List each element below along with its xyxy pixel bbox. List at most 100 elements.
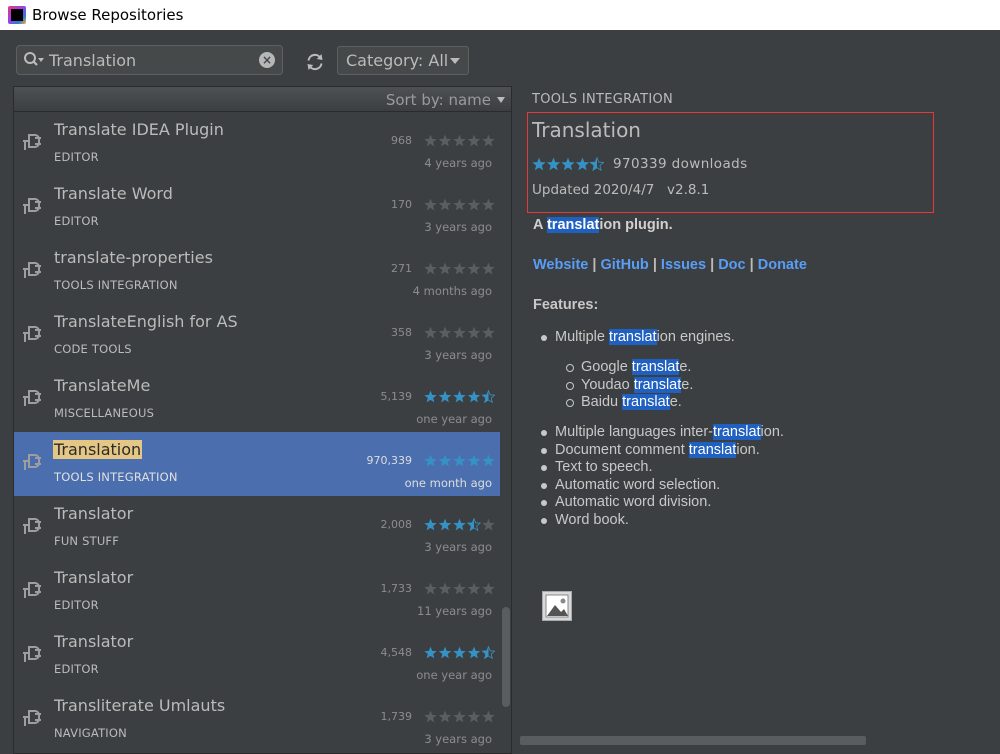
item-text: Word book. bbox=[555, 511, 629, 528]
rating-stars-svg bbox=[424, 198, 495, 211]
plugin-date: 4 months ago bbox=[412, 284, 492, 298]
feature-item: Document comment translation. bbox=[541, 441, 760, 458]
star-icon bbox=[438, 646, 452, 659]
plugin-row[interactable]: Translate IDEA Plugin EDITOR 968 4 years ag… bbox=[14, 112, 500, 176]
vertical-scrollbar[interactable] bbox=[501, 112, 511, 753]
plugin-row[interactable]: TranslateEnglish for AS CODE TOOLS 358 3 ye… bbox=[14, 304, 500, 368]
rating-stars bbox=[424, 132, 495, 147]
plugin-row[interactable]: Translator EDITOR 4,548 one year ago bbox=[14, 624, 500, 688]
star-icon bbox=[453, 262, 466, 275]
plugin-name: Translate IDEA Plugin bbox=[54, 120, 224, 139]
plug-icon bbox=[22, 642, 42, 664]
star-icon bbox=[546, 157, 561, 171]
category-label: Category: All bbox=[346, 51, 449, 70]
plugin-row[interactable]: Translate Word EDITOR 170 3 years ago bbox=[14, 176, 500, 240]
plugin-category: CODE TOOLS bbox=[54, 342, 132, 356]
detail-updated: Updated 2020/4/7 bbox=[532, 182, 655, 198]
plugin-row[interactable]: Translation TOOLS INTEGRATION 970,339 one m… bbox=[14, 432, 500, 496]
plugin-category: MISCELLANEOUS bbox=[54, 406, 155, 420]
item-text: Automatic word division. bbox=[555, 494, 712, 510]
plugin-downloads: 1,739 bbox=[380, 710, 413, 723]
star-icon bbox=[467, 582, 481, 595]
plugin-downloads: 170 bbox=[391, 198, 412, 211]
rating-stars bbox=[424, 516, 495, 532]
sort-bar[interactable]: Sort by: name bbox=[14, 87, 511, 112]
plugin-row[interactable]: Translator EDITOR 1,733 11 years ago bbox=[14, 560, 500, 624]
star-icon bbox=[482, 710, 495, 723]
category-dropdown[interactable]: Category: All bbox=[337, 46, 469, 75]
item-text: e. bbox=[679, 359, 692, 375]
rating-stars bbox=[424, 644, 496, 660]
item-text: e. bbox=[681, 376, 694, 393]
plugin-row[interactable]: TranslateMe MISCELLANEOUS 5,139 one year ag… bbox=[14, 368, 500, 432]
star-icon bbox=[453, 198, 466, 211]
feature-item: Automatic word division. bbox=[540, 494, 712, 510]
plugin-row[interactable]: Transliterate Umlauts NAVIGATION 1,739 3 ye… bbox=[14, 688, 500, 752]
item-text: Google bbox=[581, 359, 632, 375]
search-highlight: translat bbox=[712, 424, 761, 440]
plugin-category: NAVIGATION bbox=[54, 726, 127, 740]
plug-icon bbox=[22, 514, 42, 536]
plugin-category: EDITOR bbox=[54, 150, 99, 164]
plug-icon bbox=[22, 706, 42, 728]
plugin-downloads: 5,139 bbox=[380, 390, 413, 403]
plugin-row[interactable]: Translator FUN STUFF 2,008 3 years ago bbox=[14, 496, 500, 560]
plugin-category: TOOLS INTEGRATION bbox=[54, 470, 178, 484]
scrollbar-thumb[interactable] bbox=[502, 607, 510, 707]
plug-icon bbox=[22, 578, 42, 600]
plugin-category: EDITOR bbox=[54, 214, 99, 228]
plugin-downloads: 358 bbox=[391, 326, 412, 339]
clear-icon[interactable]: × bbox=[259, 52, 275, 68]
link-donate[interactable]: Donate bbox=[758, 257, 807, 273]
rating-stars-svg bbox=[424, 134, 495, 147]
plugin-downloads: 970,339 bbox=[366, 454, 413, 467]
star-icon bbox=[424, 710, 437, 723]
title-bar: Browse Repositories bbox=[0, 0, 1000, 30]
feature-item: Text to speech. bbox=[541, 459, 653, 475]
rating-stars bbox=[424, 580, 495, 595]
link-issues[interactable]: Issues bbox=[661, 257, 706, 273]
plugin-name: TranslateMe bbox=[54, 376, 151, 395]
refresh-icon[interactable] bbox=[305, 52, 325, 72]
feature-item: Word book. bbox=[541, 511, 629, 528]
plugin-category: EDITOR bbox=[54, 662, 99, 676]
plugin-row[interactable]: translate-properties TOOLS INTEGRATION 271… bbox=[14, 240, 500, 304]
rating-stars bbox=[424, 324, 495, 339]
sort-label[interactable]: Sort by: name bbox=[386, 91, 491, 109]
star-icon bbox=[438, 518, 452, 531]
item-text: e. bbox=[669, 394, 682, 410]
item-text: Multiple languages inter- bbox=[555, 424, 713, 440]
detail-title: Translation bbox=[532, 118, 641, 142]
plugin-detail-panel: TOOLS INTEGRATION Translation 970339 dow… bbox=[514, 86, 1000, 754]
plugin-category: TOOLS INTEGRATION bbox=[54, 278, 178, 292]
star-icon bbox=[467, 134, 481, 147]
star-icon bbox=[453, 454, 466, 467]
star-icon bbox=[438, 710, 452, 723]
link-website[interactable]: Website bbox=[533, 257, 588, 273]
star-icon bbox=[424, 390, 437, 403]
horizontal-scrollbar[interactable] bbox=[520, 736, 866, 745]
search-highlight: translat bbox=[546, 217, 600, 233]
item-text: Automatic word selection. bbox=[555, 476, 721, 493]
item-text: Youdao bbox=[581, 376, 634, 393]
link-github[interactable]: GitHub bbox=[600, 257, 648, 273]
plugin-downloads: 968 bbox=[391, 134, 412, 147]
plugin-name: Translator bbox=[54, 632, 134, 651]
engine-item: Google translate. bbox=[565, 359, 692, 375]
features-heading: Features: bbox=[533, 297, 599, 313]
search-icon[interactable] bbox=[23, 51, 45, 69]
link-doc[interactable]: Doc bbox=[718, 257, 745, 273]
description-text: ion plugin. bbox=[599, 217, 673, 233]
link-separator: | bbox=[745, 257, 758, 273]
item-text: ion engines. bbox=[656, 329, 735, 345]
rating-stars-svg bbox=[424, 645, 496, 660]
search-highlight: translat bbox=[688, 441, 737, 458]
search-field[interactable]: Translation × bbox=[16, 45, 283, 75]
image-icon bbox=[542, 591, 572, 621]
star-icon bbox=[424, 582, 437, 595]
star-icon bbox=[482, 134, 495, 147]
link-separator: | bbox=[706, 257, 719, 273]
star-icon bbox=[561, 157, 575, 171]
star-icon bbox=[482, 198, 495, 211]
search-input[interactable]: Translation bbox=[49, 51, 259, 70]
